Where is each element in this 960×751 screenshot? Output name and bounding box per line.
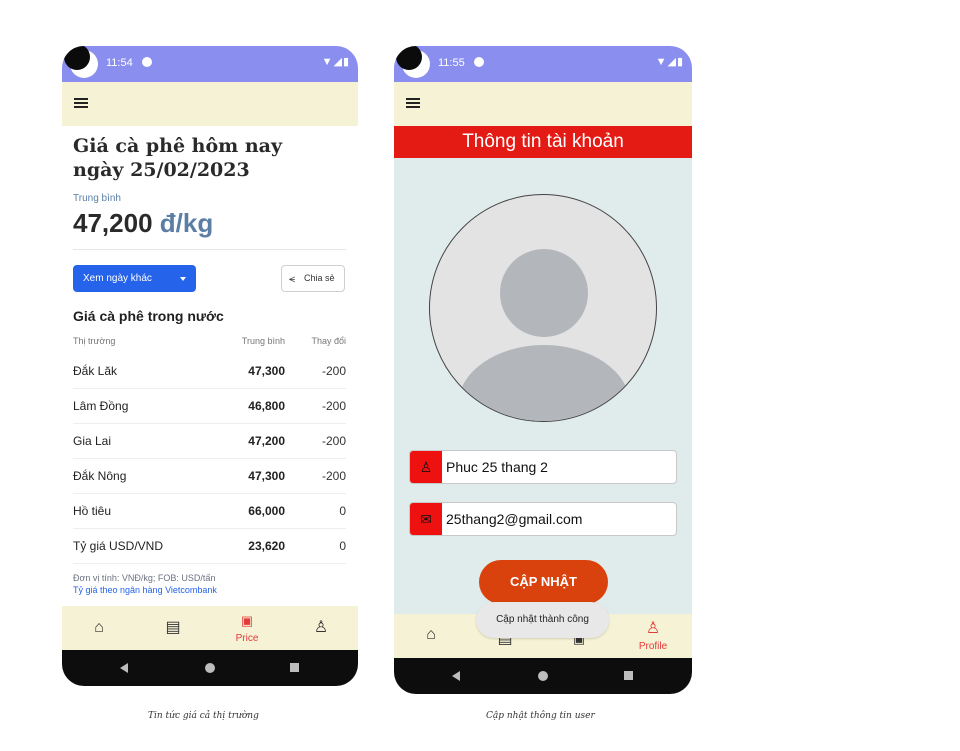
status-bar: 11:55 ▼◢▮ — [394, 46, 692, 82]
price-icon: ▣ — [240, 613, 254, 628]
bottom-navigation: ⌂ ▤ ▣ Price ♙ — [62, 606, 358, 650]
caption-left: Tin tức giá cả thị trường — [148, 711, 259, 721]
row-average: 46,800 — [248, 399, 285, 413]
page-title: Thông tin tài khoản — [394, 126, 692, 158]
back-icon[interactable] — [120, 663, 128, 673]
home-button-icon[interactable] — [205, 663, 215, 673]
app-bar — [394, 82, 692, 126]
avatar[interactable] — [429, 194, 657, 422]
average-value: 47,200 — [73, 208, 153, 238]
row-market: Lâm Đồng — [73, 399, 129, 413]
name-value[interactable]: Phuc 25 thang 2 — [446, 459, 548, 475]
column-header-market: Thị trường — [73, 336, 116, 346]
row-change: 0 — [339, 539, 346, 553]
row-average: 66,000 — [248, 504, 285, 518]
share-label: Chia sẻ — [304, 273, 335, 283]
table-row: Lâm Đồng 46,800 -200 — [73, 388, 346, 424]
row-market: Gia Lai — [73, 434, 112, 448]
divider — [73, 249, 346, 250]
phone-profile-screen: 11:55 ▼◢▮ Thông tin tài khoản ♙ Phuc 25 … — [394, 46, 692, 694]
nav-profile-label: Profile — [638, 641, 668, 652]
chevron-down-icon — [180, 277, 186, 281]
table-row: Đắk Lăk 47,300 -200 — [73, 353, 346, 389]
row-change: -200 — [321, 399, 346, 413]
app-bar — [62, 82, 358, 126]
nav-profile[interactable]: ♙ — [284, 606, 358, 650]
email-value[interactable]: 25thang2@gmail.com — [446, 511, 582, 527]
average-unit: đ/kg — [159, 208, 214, 238]
hamburger-icon[interactable] — [74, 98, 88, 108]
average-price: 47,200 đ/kg — [73, 208, 213, 239]
other-day-label: Xem ngày khác — [83, 273, 152, 284]
user-icon: ♙ — [313, 619, 329, 636]
section-title: Giá cà phê trong nước — [73, 308, 224, 324]
avatar-head — [500, 249, 588, 337]
user-icon: ♙ — [645, 620, 661, 637]
row-average: 47,300 — [248, 364, 285, 378]
row-average: 47,200 — [248, 434, 285, 448]
table-header: Thị trường Trung bình Thay đổi — [73, 336, 346, 350]
back-icon[interactable] — [452, 671, 460, 681]
status-bar: 11:54 ▼◢▮ — [62, 46, 358, 82]
price-content: Giá cà phê hôm nay ngày 25/02/2023 Trung… — [62, 126, 358, 595]
status-signal-icons: ▼◢▮ — [321, 56, 350, 68]
page-title: Giá cà phê hôm nay ngày 25/02/2023 — [73, 135, 283, 181]
camera-notch — [396, 46, 430, 78]
recent-apps-icon[interactable] — [624, 671, 633, 680]
status-time: 11:55 — [438, 57, 465, 69]
email-field[interactable]: ✉ 25thang2@gmail.com — [409, 502, 677, 536]
row-change: 0 — [339, 504, 346, 518]
system-navigation — [62, 650, 358, 686]
unit-note: Đơn vị tính: VNĐ/kg; FOB: USD/tấn — [73, 573, 216, 583]
row-average: 47,300 — [248, 469, 285, 483]
toast-message: Cập nhật thành công — [476, 602, 609, 638]
nav-home[interactable]: ⌂ — [394, 614, 468, 658]
status-signal-icons: ▼◢▮ — [655, 56, 684, 68]
share-button[interactable]: ⪪ Chia sẻ — [281, 265, 345, 292]
home-button-icon[interactable] — [538, 671, 548, 681]
nav-price[interactable]: ▣ Price — [210, 606, 284, 650]
news-icon: ▤ — [165, 619, 181, 636]
app-notification-icon — [142, 57, 152, 67]
home-icon: ⌂ — [94, 619, 104, 636]
average-label: Trung bình — [73, 193, 121, 204]
update-button[interactable]: CẬP NHẬT — [479, 560, 608, 604]
recent-apps-icon[interactable] — [290, 663, 299, 672]
table-row: Hồ tiêu 66,000 0 — [73, 493, 346, 529]
caption-right: Cập nhật thông tin user — [486, 711, 595, 721]
nav-home[interactable]: ⌂ — [62, 606, 136, 650]
avatar-body — [458, 345, 630, 421]
home-icon: ⌂ — [426, 626, 436, 643]
nav-profile[interactable]: ♙ Profile — [616, 614, 690, 658]
nav-price-label: Price — [235, 633, 259, 644]
row-change: -200 — [321, 364, 346, 378]
mail-icon: ✉ — [410, 503, 442, 535]
row-market: Tỷ giá USD/VND — [73, 539, 164, 553]
row-market: Hồ tiêu — [73, 504, 112, 518]
row-change: -200 — [321, 469, 346, 483]
app-notification-icon — [474, 57, 484, 67]
other-day-button[interactable]: Xem ngày khác — [73, 265, 196, 292]
person-icon: ♙ — [410, 451, 442, 483]
bank-link[interactable]: Tỷ giá theo ngân hàng Vietcombank — [73, 585, 217, 595]
system-navigation — [394, 658, 692, 694]
hamburger-icon[interactable] — [406, 98, 420, 108]
row-market: Đắk Nông — [73, 469, 127, 483]
column-header-average: Trung bình — [241, 336, 285, 346]
table-row: Tỷ giá USD/VND 23,620 0 — [73, 528, 346, 564]
name-field[interactable]: ♙ Phuc 25 thang 2 — [409, 450, 677, 484]
column-header-change: Thay đổi — [311, 336, 346, 346]
table-row: Đắk Nông 47,300 -200 — [73, 458, 346, 494]
share-icon: ⪪ — [289, 273, 296, 285]
row-change: -200 — [321, 434, 346, 448]
phone-price-screen: 11:54 ▼◢▮ Giá cà phê hôm nay ngày 25/02/… — [62, 46, 358, 686]
row-average: 23,620 — [248, 539, 285, 553]
status-time: 11:54 — [106, 57, 133, 69]
row-market: Đắk Lăk — [73, 364, 118, 378]
table-row: Gia Lai 47,200 -200 — [73, 423, 346, 459]
camera-notch — [64, 46, 98, 78]
nav-news[interactable]: ▤ — [136, 606, 210, 650]
